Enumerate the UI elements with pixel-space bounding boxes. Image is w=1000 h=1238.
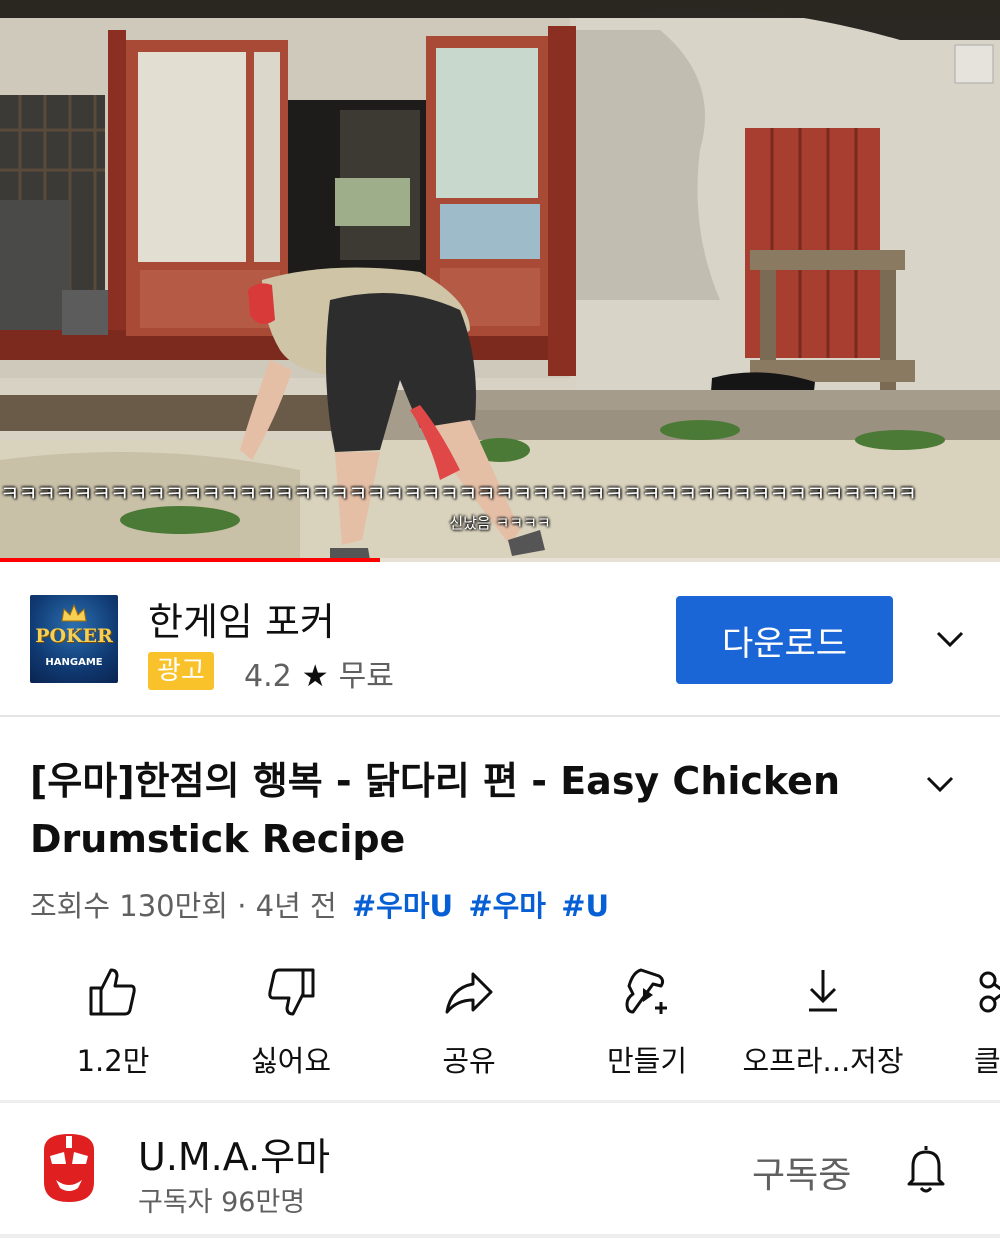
share-icon: [445, 972, 493, 1014]
views-and-time: 조회수 130만회 · 4년 전: [30, 889, 337, 923]
action-bar: 1.2만 싫어요 공유 만들기 오프라...저장 클: [0, 958, 1000, 1098]
subtitle-line-2: 신났음 ㅋㅋㅋㅋ: [449, 514, 551, 532]
thumbs-up-icon: [89, 968, 136, 1016]
ad-card[interactable]: POKER HANGAME 한게임 포커 광고 4.2 ★ 무료 다운로드: [0, 563, 1000, 717]
ad-badge: 광고: [148, 652, 214, 690]
subtitle-line-1: ㅋㅋㅋㅋㅋㅋㅋㅋㅋㅋㅋㅋㅋㅋㅋㅋㅋㅋㅋㅋㅋㅋㅋㅋㅋㅋㅋㅋㅋㅋㅋㅋㅋㅋㅋㅋㅋㅋㅋㅋ…: [0, 482, 917, 506]
offline-save-label: 오프라...저장: [742, 1044, 904, 1078]
video-player[interactable]: ㅋㅋㅋㅋㅋㅋㅋㅋㅋㅋㅋㅋㅋㅋㅋㅋㅋㅋㅋㅋㅋㅋㅋㅋㅋㅋㅋㅋㅋㅋㅋㅋㅋㅋㅋㅋㅋㅋㅋㅋ…: [0, 0, 1000, 562]
bottom-divider: [0, 1234, 1000, 1238]
progress-bar[interactable]: [0, 558, 1000, 562]
channel-avatar[interactable]: [38, 1130, 100, 1206]
share-label: 공유: [442, 1044, 496, 1078]
channel-name[interactable]: U.M.A.우마: [138, 1126, 330, 1181]
chevron-down-icon[interactable]: [922, 770, 958, 800]
subscriber-count: 구독자 96만명: [138, 1187, 306, 1218]
video-title[interactable]: [우마]한점의 행복 - 닭다리 편 - Easy Chicken Drumst…: [30, 752, 890, 868]
thumbs-down-icon: [268, 968, 315, 1016]
create-label: 만들기: [606, 1044, 688, 1078]
ad-logo-subtext: HANGAME: [45, 657, 103, 668]
ad-title[interactable]: 한게임 포커: [148, 591, 335, 646]
star-icon: ★: [301, 659, 329, 694]
bell-icon[interactable]: [903, 1142, 949, 1194]
download-icon: [809, 970, 837, 1012]
like-count: 1.2만: [76, 1044, 150, 1078]
ad-meta: 4.2 ★ 무료: [244, 651, 394, 695]
ad-logo-text: POKER: [35, 625, 113, 647]
video-meta: 조회수 130만회 · 4년 전 #우마U #우마 #U: [30, 883, 609, 925]
clip-icon: [979, 971, 1000, 1013]
offline-save-button[interactable]: 오프라...저장: [734, 958, 912, 1088]
clip-button[interactable]: 클: [910, 958, 1000, 1088]
hashtag[interactable]: #우마U: [352, 889, 453, 923]
chevron-down-icon[interactable]: [932, 625, 968, 655]
crown-icon: [61, 603, 87, 622]
download-button[interactable]: 다운로드: [676, 596, 893, 684]
ad-price: 무료: [338, 659, 394, 694]
hashtag[interactable]: #우마: [468, 889, 546, 923]
dislike-button[interactable]: 싫어요: [202, 958, 380, 1088]
ad-rating: 4.2: [244, 659, 292, 694]
share-button[interactable]: 공유: [380, 958, 558, 1088]
hashtag[interactable]: #U: [561, 889, 609, 923]
ad-app-logo[interactable]: POKER HANGAME: [30, 595, 118, 683]
like-button[interactable]: 1.2만: [24, 958, 202, 1088]
create-button[interactable]: 만들기: [558, 958, 736, 1088]
progress-fill: [0, 558, 380, 562]
create-icon: [625, 968, 667, 1014]
subscribed-button[interactable]: 구독중: [752, 1146, 851, 1198]
clip-label: 클: [974, 1044, 1000, 1078]
section-divider: [0, 1100, 1000, 1103]
dislike-label: 싫어요: [250, 1044, 332, 1078]
